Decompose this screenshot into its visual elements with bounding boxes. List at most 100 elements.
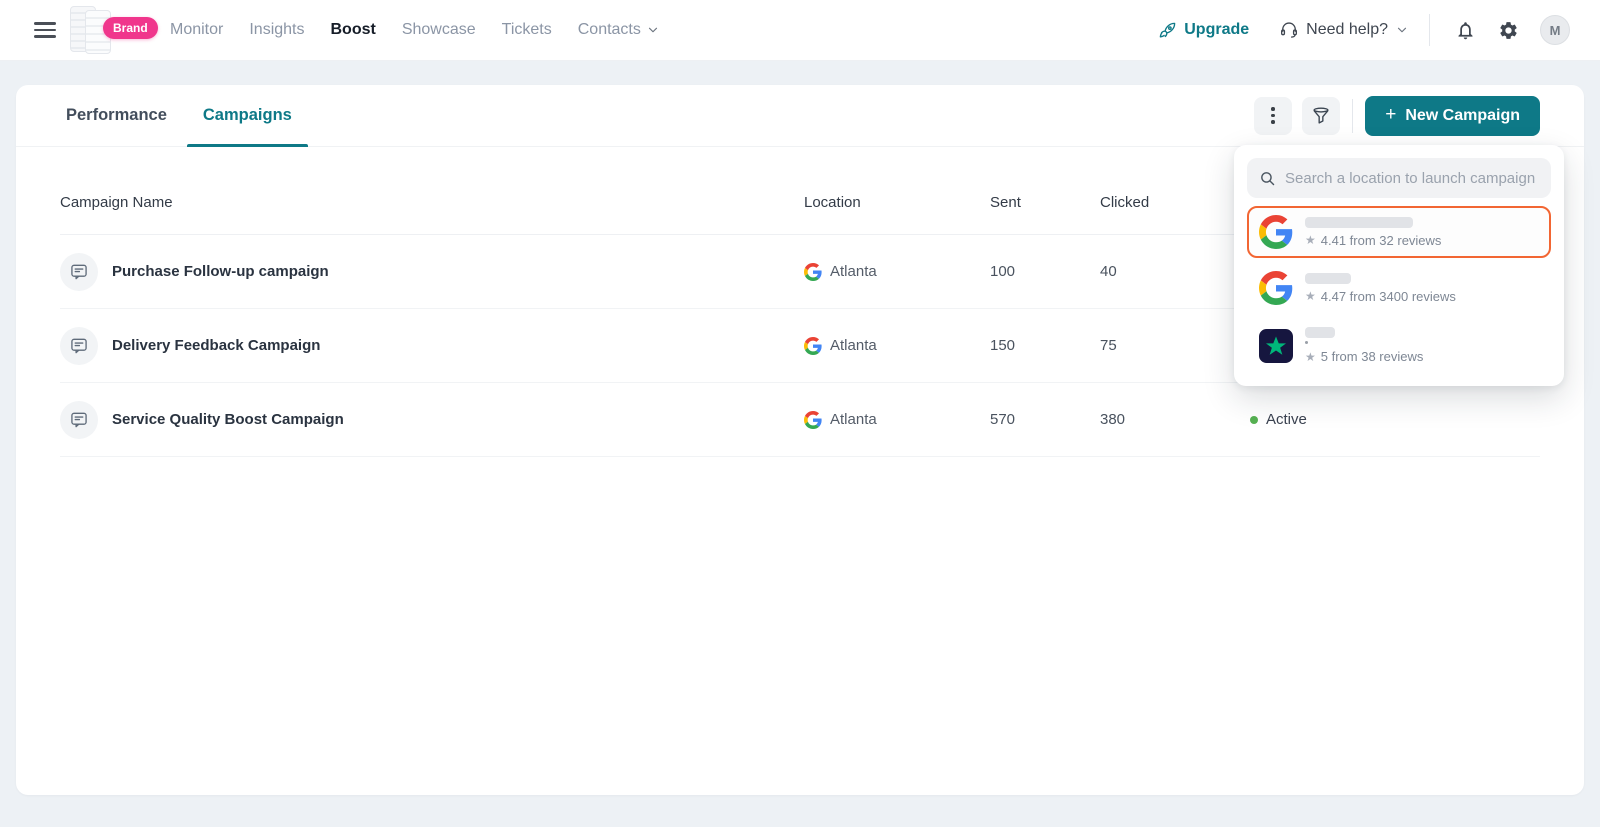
trustpilot-icon [1259, 329, 1293, 363]
campaign-name-cell: Delivery Feedback Campaign [60, 327, 804, 365]
google-icon [804, 411, 822, 429]
google-icon [1259, 215, 1293, 249]
campaign-name-cell: Service Quality Boost Campaign [60, 401, 804, 439]
navbar-right: Upgrade Need help? M [1158, 13, 1570, 48]
funnel-filter-icon [1310, 105, 1332, 127]
table-row[interactable]: Service Quality Boost Campaign Atlanta 570… [60, 383, 1540, 457]
clicked-cell: 75 [1100, 337, 1250, 354]
search-icon [1259, 170, 1276, 187]
star-icon: ★ [1305, 234, 1316, 246]
star-icon: ★ [1305, 290, 1316, 302]
column-header-sent: Sent [990, 194, 1100, 211]
clicked-cell: 380 [1100, 411, 1250, 428]
upgrade-button[interactable]: Upgrade [1158, 21, 1249, 40]
user-avatar[interactable]: M [1540, 15, 1570, 45]
toolbar-divider [1352, 99, 1353, 133]
nav-item-label: Contacts [578, 21, 641, 39]
rating-line: ★ 4.47 from 3400 reviews [1305, 289, 1456, 304]
need-help-label: Need help? [1306, 21, 1388, 39]
google-icon [804, 337, 822, 355]
brand-badge: Brand [103, 17, 158, 39]
nav-item-label: Showcase [402, 21, 476, 39]
location-option-text: ★ 4.47 from 3400 reviews [1305, 273, 1456, 304]
rating-line: ★ 5 from 38 reviews [1305, 349, 1423, 364]
settings-gear-icon[interactable] [1491, 13, 1526, 48]
status-badge: Active [1266, 411, 1307, 428]
location-cell: Atlanta [804, 263, 990, 281]
campaign-message-icon [60, 401, 98, 439]
tab-performance[interactable]: Performance [50, 85, 183, 146]
rating-text: 4.41 from 32 reviews [1321, 233, 1442, 248]
chevron-down-icon [646, 23, 660, 37]
rating-text: 4.47 from 3400 reviews [1321, 289, 1456, 304]
redacted-detail [1305, 341, 1308, 344]
status-dot [1250, 416, 1258, 424]
redacted-location-name [1305, 273, 1351, 284]
clicked-cell: 40 [1100, 263, 1250, 280]
column-header-clicked: Clicked [1100, 194, 1250, 211]
rating-line: ★ 4.41 from 32 reviews [1305, 233, 1441, 248]
rocket-icon [1158, 21, 1177, 40]
campaign-message-icon [60, 327, 98, 365]
location-option[interactable]: ★ 4.47 from 3400 reviews [1247, 262, 1551, 314]
headset-icon [1279, 20, 1299, 40]
google-icon [1259, 271, 1293, 305]
location-label: Atlanta [830, 263, 877, 280]
tabs-row: PerformanceCampaigns + New Campaign [16, 85, 1584, 147]
navbar-divider [1429, 14, 1430, 46]
google-icon [804, 263, 822, 281]
nav-item-showcase[interactable]: Showcase [402, 21, 476, 39]
star-icon: ★ [1305, 351, 1316, 363]
redacted-location-name [1305, 217, 1413, 228]
campaign-name: Service Quality Boost Campaign [112, 411, 344, 428]
column-header-location: Location [804, 194, 990, 211]
new-campaign-label: New Campaign [1405, 107, 1520, 125]
location-options-list: ★ 4.41 from 32 reviews ★ 4.47 from 3400 rev… [1247, 206, 1551, 373]
filter-button[interactable] [1302, 97, 1340, 135]
tab-campaigns[interactable]: Campaigns [187, 85, 308, 146]
location-option-text: ★ 4.41 from 32 reviews [1305, 217, 1441, 248]
plus-icon: + [1385, 105, 1396, 124]
app-logo: Brand [70, 1, 148, 59]
location-search-box [1247, 158, 1551, 198]
rating-text: 5 from 38 reviews [1321, 349, 1424, 364]
campaigns-card: PerformanceCampaigns + New Campaign Camp… [16, 85, 1584, 795]
top-navbar: Brand Monitor Insights Boost Showcase Ticket… [0, 0, 1600, 61]
need-help-button[interactable]: Need help? [1279, 20, 1409, 40]
campaign-message-icon [60, 253, 98, 291]
location-option[interactable]: ★ 5 from 38 reviews [1247, 318, 1551, 373]
location-dropdown-panel: ★ 4.41 from 32 reviews ★ 4.47 from 3400 rev… [1234, 145, 1564, 386]
nav-item-label: Monitor [170, 21, 223, 39]
location-option-text: ★ 5 from 38 reviews [1305, 327, 1423, 364]
redacted-location-name [1305, 327, 1335, 338]
sent-cell: 570 [990, 411, 1100, 428]
upgrade-label: Upgrade [1184, 21, 1249, 39]
nav-item-label: Tickets [502, 21, 552, 39]
location-label: Atlanta [830, 337, 877, 354]
campaign-name: Purchase Follow-up campaign [112, 263, 329, 280]
campaign-name-cell: Purchase Follow-up campaign [60, 253, 804, 291]
nav-item-tickets[interactable]: Tickets [502, 21, 552, 39]
chevron-down-icon [1395, 23, 1409, 37]
main-nav: Monitor Insights Boost Showcase Tickets Conta… [170, 21, 686, 39]
location-cell: Atlanta [804, 411, 990, 429]
card-toolbar: + New Campaign [1244, 96, 1540, 136]
sent-cell: 150 [990, 337, 1100, 354]
location-label: Atlanta [830, 411, 877, 428]
new-campaign-button[interactable]: + New Campaign [1365, 96, 1540, 136]
kebab-icon [1271, 107, 1275, 124]
location-search-input[interactable] [1285, 170, 1539, 187]
nav-item-monitor[interactable]: Monitor [170, 21, 223, 39]
campaign-name: Delivery Feedback Campaign [112, 337, 320, 354]
sent-cell: 100 [990, 263, 1100, 280]
hamburger-menu-icon[interactable] [34, 22, 56, 38]
nav-item-contacts[interactable]: Contacts [578, 21, 660, 39]
nav-item-insights[interactable]: Insights [249, 21, 304, 39]
location-cell: Atlanta [804, 337, 990, 355]
notifications-bell-icon[interactable] [1448, 13, 1483, 48]
nav-item-boost[interactable]: Boost [331, 21, 376, 39]
location-option[interactable]: ★ 4.41 from 32 reviews [1247, 206, 1551, 258]
tabs: PerformanceCampaigns [50, 85, 312, 146]
status-cell: Active [1250, 411, 1540, 428]
more-options-kebab-button[interactable] [1254, 97, 1292, 135]
